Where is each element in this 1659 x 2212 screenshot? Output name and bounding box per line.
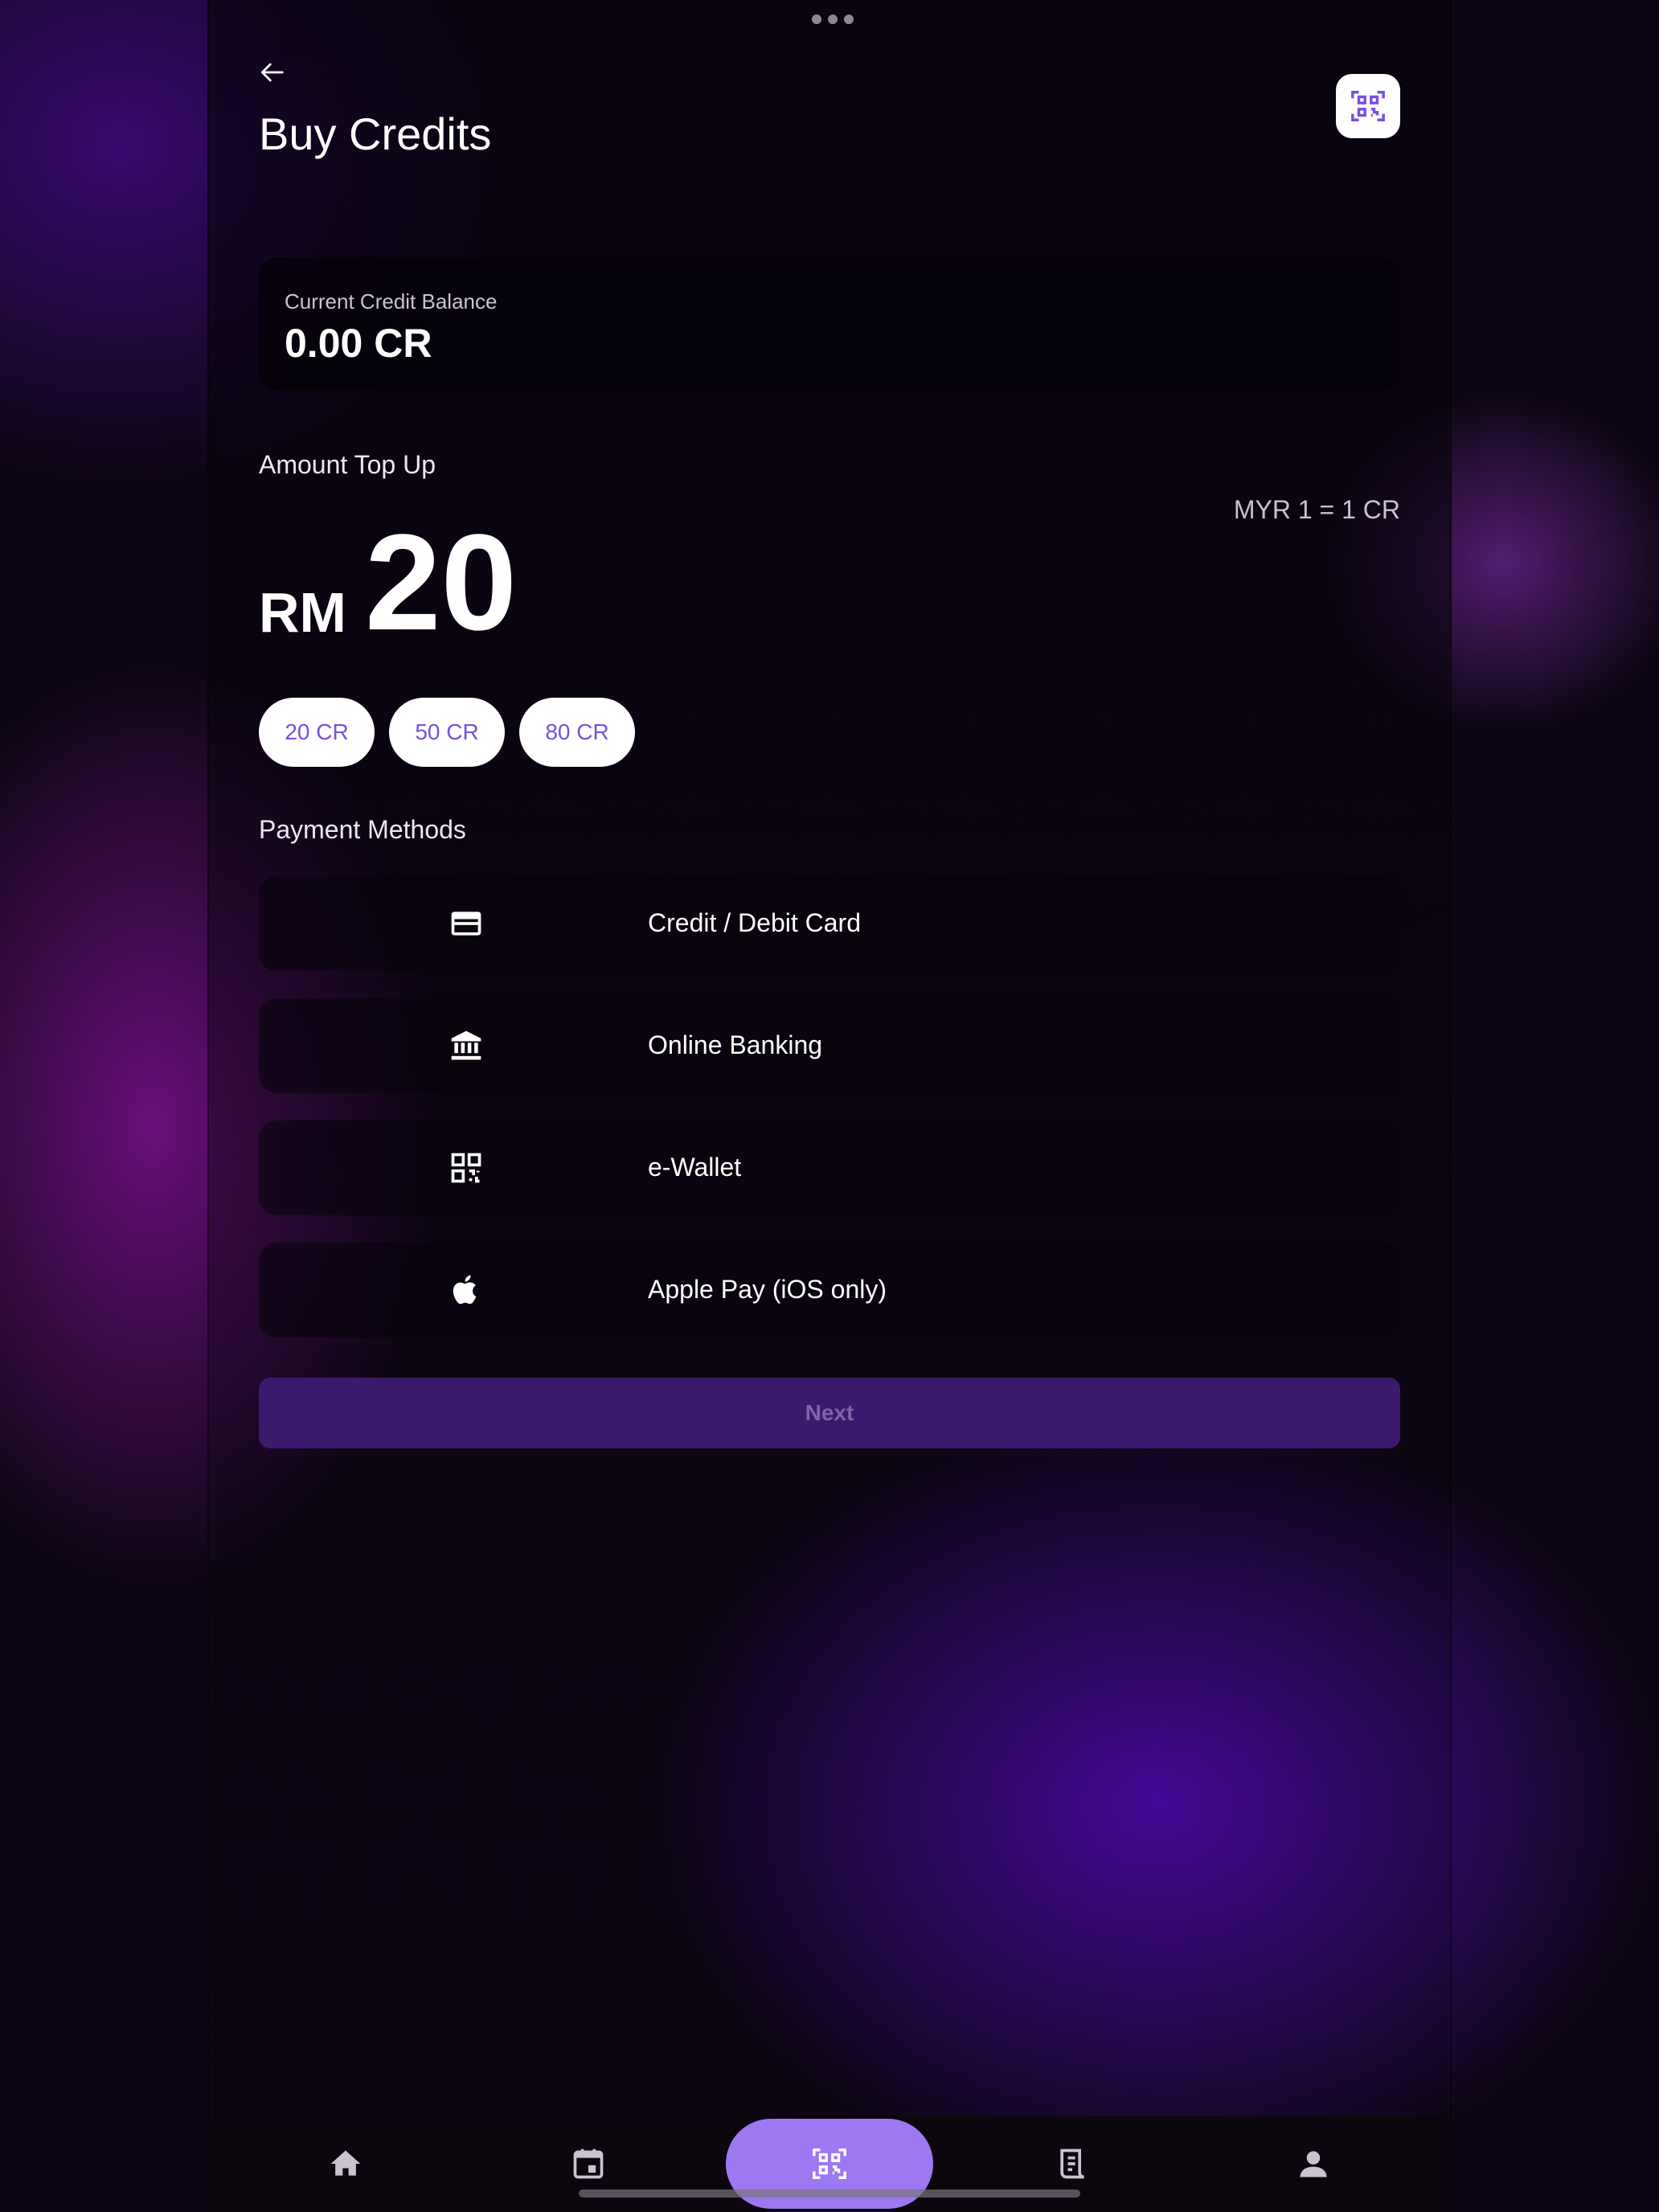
- nav-profile[interactable]: [1296, 2146, 1331, 2181]
- home-indicator[interactable]: [579, 2189, 1080, 2198]
- back-button[interactable]: [256, 55, 291, 90]
- credit-card-icon: [451, 911, 481, 936]
- payment-method-label: Credit / Debit Card: [648, 908, 861, 937]
- payment-methods-label: Payment Methods: [259, 815, 466, 844]
- payment-method-card[interactable]: Credit / Debit Card: [259, 876, 1400, 971]
- payment-method-label: Apple Pay (iOS only): [648, 1275, 887, 1304]
- next-button[interactable]: Next: [259, 1378, 1400, 1448]
- nav-receipts[interactable]: [1055, 2146, 1090, 2181]
- qr-scan-icon: [1351, 91, 1385, 121]
- amount-label: Amount Top Up: [259, 450, 436, 479]
- amount-value[interactable]: 20: [365, 514, 517, 651]
- nav-home[interactable]: [328, 2146, 363, 2181]
- qr-scan-icon: [813, 2149, 846, 2179]
- apple-icon: [453, 1275, 477, 1305]
- exchange-rate: MYR 1 = 1 CR: [1233, 495, 1400, 524]
- home-icon: [330, 2150, 361, 2176]
- arrow-left-icon: [261, 63, 284, 82]
- payment-method-ewallet[interactable]: e-Wallet: [259, 1120, 1400, 1215]
- page-title: Buy Credits: [259, 109, 492, 159]
- preset-chip-20[interactable]: 20 CR: [259, 698, 375, 767]
- handle-dot: [812, 14, 821, 24]
- calendar-icon: [573, 2149, 604, 2179]
- window-handle[interactable]: [812, 14, 854, 24]
- payment-methods-list: Credit / Debit Card Online Banking e-Wal: [259, 876, 1400, 1365]
- payment-method-label: e-Wallet: [648, 1153, 742, 1182]
- balance-card: Current Credit Balance 0.00 CR: [259, 257, 1400, 391]
- handle-dot: [844, 14, 854, 24]
- currency-symbol: RM: [259, 581, 346, 644]
- payment-method-label: Online Banking: [648, 1030, 823, 1059]
- payment-method-banking[interactable]: Online Banking: [259, 998, 1400, 1093]
- qr-code-icon: [451, 1153, 481, 1183]
- nav-calendar[interactable]: [571, 2146, 606, 2181]
- bank-icon: [451, 1030, 481, 1060]
- preset-chip-80[interactable]: 80 CR: [519, 698, 635, 767]
- person-icon: [1300, 2151, 1327, 2177]
- bottom-nav: [207, 2116, 1452, 2212]
- balance-label: Current Credit Balance: [285, 289, 498, 313]
- receipt-icon: [1060, 2149, 1084, 2179]
- balance-value: 0.00 CR: [285, 321, 432, 366]
- payment-method-applepay[interactable]: Apple Pay (iOS only): [259, 1243, 1400, 1337]
- scan-button[interactable]: [1336, 74, 1400, 138]
- handle-dot: [828, 14, 838, 24]
- preset-chip-50[interactable]: 50 CR: [389, 698, 505, 767]
- preset-chips: 20 CR 50 CR 80 CR: [259, 698, 635, 767]
